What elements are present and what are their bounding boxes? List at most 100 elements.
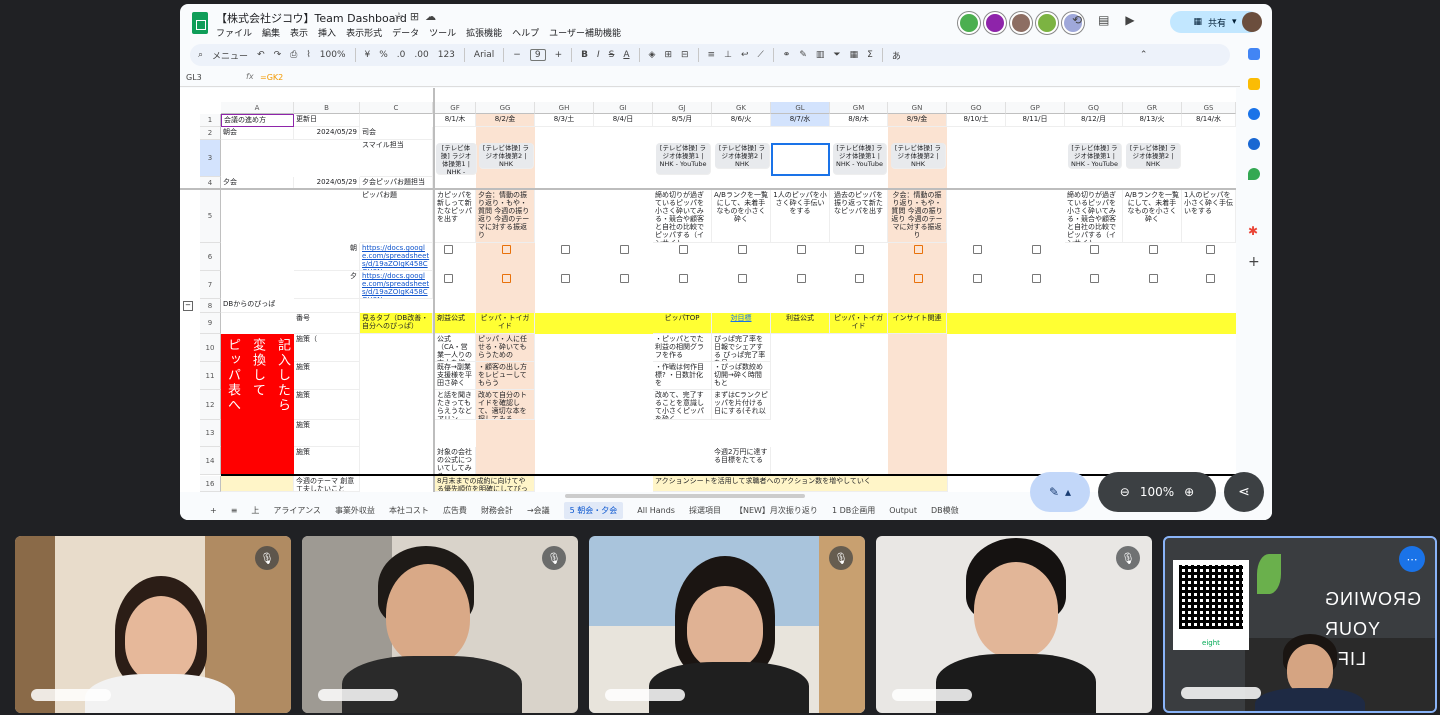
horizontal-scrollbar[interactable] <box>565 494 805 498</box>
column-header[interactable]: GG <box>476 102 535 114</box>
row-header[interactable]: 14 <box>200 447 221 475</box>
group-collapse-icon[interactable]: − <box>183 301 193 311</box>
checkbox[interactable] <box>855 274 864 283</box>
sheet-tab[interactable]: 上 <box>251 505 259 516</box>
cell-gj5[interactable]: 締め切りが過ぎているピッパを小さく砕いてみる・競合や顧客と自社の比較でピッパする… <box>653 190 712 243</box>
sheet-tab[interactable]: 本社コスト <box>389 505 429 516</box>
link-chip[interactable]: [テレビ体操] ラジオ体操第1 | NHK - YouTube <box>833 143 887 175</box>
menu-insert[interactable]: 挿入 <box>318 26 336 39</box>
sheet-tab[interactable]: Output <box>889 506 917 515</box>
cell-b12[interactable]: 施策 <box>294 390 360 420</box>
participant-tile-3[interactable]: 🎙 <box>589 536 865 713</box>
cell-c6-link[interactable]: https://docs.google.com/spreadsheets/d/1… <box>360 243 433 271</box>
date-cell[interactable]: 8/3/土 <box>535 114 594 127</box>
cell-gl9[interactable]: 利益公式 <box>771 313 830 334</box>
cell-gr5[interactable]: A/Bランクを一覧にして、未着手なものを小さく砕く <box>1123 190 1182 243</box>
row-header-selected[interactable]: 3 <box>200 140 221 177</box>
participant-tile-4[interactable]: 🎙 <box>876 536 1152 713</box>
sheet-tab[interactable]: →会議 <box>527 505 550 516</box>
checkbox[interactable] <box>914 274 923 283</box>
collapse-toolbar-icon[interactable]: ⌃ <box>1140 50 1148 60</box>
menu-tools[interactable]: ツール <box>429 26 456 39</box>
cell-b6[interactable]: 朝 <box>294 243 360 271</box>
link-chip[interactable]: [テレビ体操] ラジオ体操第2 | NHK <box>1126 143 1181 169</box>
column-header[interactable]: GI <box>594 102 653 114</box>
cell-gj12[interactable]: 改めて、完了することを意識して小さくピッパを砕く <box>653 390 712 420</box>
cell-gf10[interactable]: 公式（CA・営業一人りの売上を増 <box>435 334 476 362</box>
checkbox[interactable] <box>1206 274 1215 283</box>
mic-off-icon[interactable]: 🎙 <box>255 546 279 570</box>
row-header[interactable]: 1 <box>200 114 221 127</box>
row-header[interactable]: 16 <box>200 476 221 492</box>
row-header[interactable]: 9 <box>200 313 221 334</box>
zoom-out-icon[interactable]: ⊖ <box>1120 485 1130 499</box>
add-addon-icon[interactable]: + <box>1248 254 1260 270</box>
checkbox[interactable] <box>855 245 864 254</box>
cell-gg12[interactable]: 改めて自分のトイドを確認して、適切な本を探してみる <box>476 390 535 420</box>
sheet-tab[interactable]: 広告費 <box>443 505 467 516</box>
redo-icon[interactable]: ↷ <box>274 50 282 60</box>
add-sheet-icon[interactable]: + <box>210 506 217 515</box>
checkbox[interactable] <box>1206 245 1215 254</box>
checkbox[interactable] <box>620 245 629 254</box>
menu-search-label[interactable]: メニュー <box>212 49 248 62</box>
collaborator-avatar[interactable] <box>958 12 980 34</box>
row-header[interactable]: 5 <box>200 190 221 243</box>
print-icon[interactable]: ⎙ <box>290 50 297 60</box>
maps-icon[interactable] <box>1248 168 1260 180</box>
format-123-button[interactable]: 123 <box>438 50 455 60</box>
cell-gj9[interactable]: ピッパTOP <box>653 313 712 334</box>
comment-add-icon[interactable]: ✎ <box>799 50 807 60</box>
link-chip[interactable]: [テレビ体操] ラジオ体操第2 | NHK <box>715 143 770 169</box>
active-cell-gl3[interactable] <box>771 143 830 176</box>
annotate-button[interactable]: ✎ ▴ <box>1030 472 1090 512</box>
cell-b10[interactable]: 施策（ <box>294 334 360 362</box>
cell-gk12[interactable]: まずはCランクピッパを片付ける日にする(それ以 <box>712 390 771 420</box>
cell-gk11[interactable]: ・ぴっぱ数絞め切開→砕く時間もと <box>712 362 771 390</box>
date-cell[interactable]: 8/14/水 <box>1182 114 1236 127</box>
document-title[interactable]: 【株式会社ジコウ】Team Dashboard <box>216 10 407 26</box>
checkbox[interactable] <box>1032 274 1041 283</box>
cell-gf5[interactable]: カピッパを新しって新たなピッパを出す <box>435 190 476 243</box>
date-cell[interactable]: 8/6/火 <box>712 114 771 127</box>
cell-gf11[interactable]: 既存→副業支援様を平田さ砕く <box>435 362 476 390</box>
sheet-tab[interactable]: 【NEW】月次振り返り <box>735 505 818 516</box>
cell-gk14[interactable]: 今週2万円に達する目標をたてる <box>712 447 771 475</box>
cell-gf9[interactable]: 剤益公式 <box>435 313 476 334</box>
date-cell[interactable]: 8/10/土 <box>947 114 1006 127</box>
freeze-line-vertical[interactable] <box>433 88 435 492</box>
column-header[interactable]: GF <box>435 102 476 114</box>
cell-a2[interactable]: 朝会 <box>221 127 294 140</box>
checkbox[interactable] <box>502 245 511 254</box>
row-header[interactable]: 10 <box>200 334 221 362</box>
checkbox[interactable] <box>1149 245 1158 254</box>
sheet-tab[interactable]: 1 DB企画用 <box>832 505 875 516</box>
cell-gj16[interactable]: アクションシートを活用して求職者へのアクション数を増やしていく <box>653 476 948 492</box>
date-cell[interactable]: 8/4/日 <box>594 114 653 127</box>
cell-gk10[interactable]: ぴっぱ完了率を日報でシェアする ぴっぱ完了率を日 <box>712 334 771 362</box>
date-cell[interactable]: 8/8/木 <box>830 114 888 127</box>
column-header[interactable]: GO <box>947 102 1006 114</box>
menu-view[interactable]: 表示 <box>290 26 308 39</box>
meet-video-icon[interactable]: ▶ <box>1125 13 1134 27</box>
decimal-decrease-icon[interactable]: .0 <box>397 50 406 60</box>
contacts-icon[interactable] <box>1248 138 1260 150</box>
cell-c3[interactable]: スマイル担当 <box>360 140 433 177</box>
menu-edit[interactable]: 編集 <box>262 26 280 39</box>
functions-icon[interactable]: Σ <box>867 50 873 60</box>
participant-tile-1[interactable]: 🎙 <box>15 536 291 713</box>
cell-gj10[interactable]: ・ピッパとでた利益の相関グラフを作る <box>653 334 712 362</box>
all-sheets-icon[interactable]: ≡ <box>231 506 238 515</box>
cell-gn5[interactable]: 夕会：情動の振り返り・もや・質問 今週の振り返り 今週のテーマに対する振返り <box>888 190 947 243</box>
column-header[interactable]: C <box>360 102 433 114</box>
percent-button[interactable]: % <box>379 50 388 60</box>
date-cell[interactable]: 8/12/月 <box>1065 114 1123 127</box>
zoom-in-icon[interactable]: ⊕ <box>1184 485 1194 499</box>
checkbox[interactable] <box>444 274 453 283</box>
checkbox[interactable] <box>502 274 511 283</box>
comment-icon[interactable]: ▤ <box>1098 13 1109 27</box>
paint-format-icon[interactable]: ⌇ <box>306 50 310 60</box>
mic-off-icon[interactable]: 🎙 <box>542 546 566 570</box>
text-wrap-icon[interactable]: ↩ <box>741 50 749 60</box>
date-cell[interactable]: 8/13/火 <box>1123 114 1182 127</box>
